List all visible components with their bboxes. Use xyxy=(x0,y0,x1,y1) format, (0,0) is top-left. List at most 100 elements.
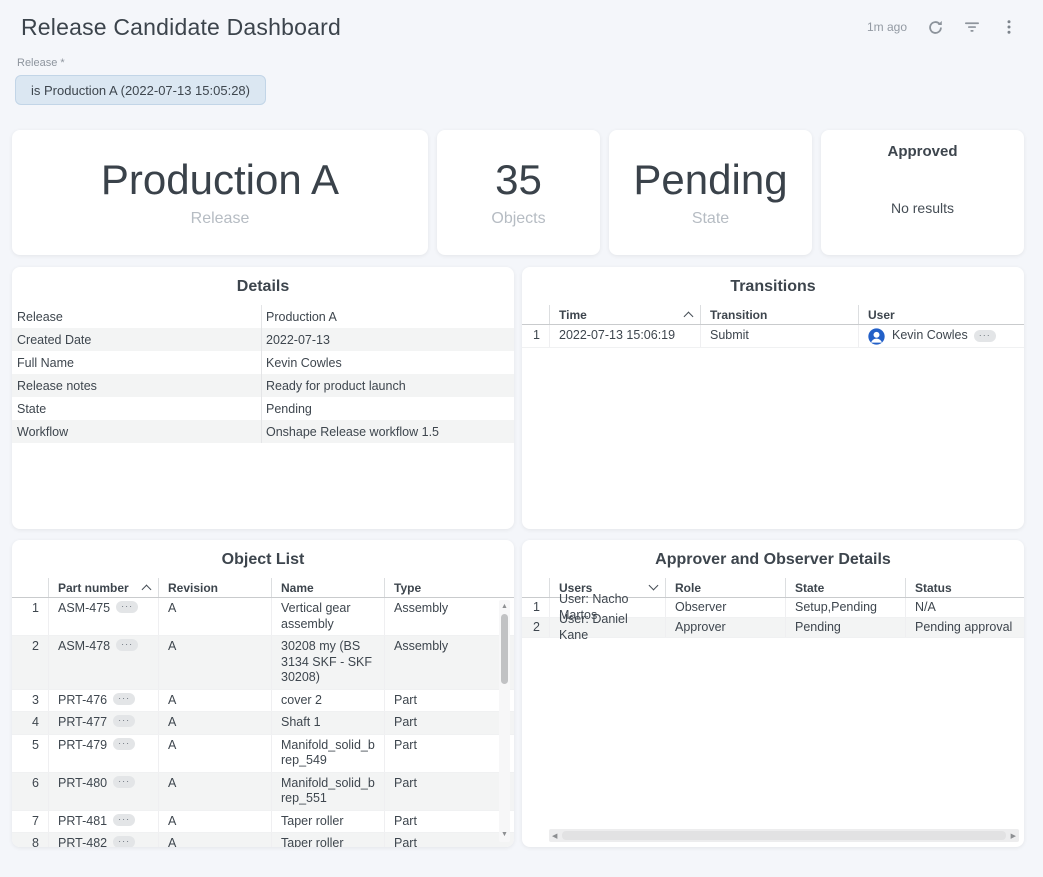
cell-time: 2022-07-13 15:06:19 xyxy=(549,325,700,347)
detail-key: Release xyxy=(12,305,261,328)
scroll-left-arrow-icon[interactable]: ◀ xyxy=(552,829,557,842)
cell-name: Manifold_solid_brep_549 xyxy=(271,735,384,772)
scroll-up-arrow-icon[interactable]: ▲ xyxy=(499,602,510,612)
table-row[interactable]: 1ASM-475···AVertical gear assemblyAssemb… xyxy=(12,598,514,636)
more-options-badge[interactable]: ··· xyxy=(113,693,135,705)
table-row[interactable]: 7PRT-481···ATaper rollerPart xyxy=(12,811,514,834)
cell-revision: A xyxy=(158,712,271,734)
column-header-user[interactable]: User xyxy=(858,305,1024,324)
detail-key: Created Date xyxy=(12,328,261,351)
filter-section: Release * is Production A (2022-07-13 15… xyxy=(15,57,1024,105)
table-body: 1ASM-475···AVertical gear assemblyAssemb… xyxy=(12,598,514,847)
cell-text: Taper roller xyxy=(281,814,344,830)
cell-text: Part xyxy=(394,715,417,731)
more-options-badge[interactable]: ··· xyxy=(116,639,138,651)
row-number: 3 xyxy=(12,690,48,712)
cell-revision: A xyxy=(158,598,271,635)
table-row[interactable]: 3PRT-476···Acover 2Part xyxy=(12,690,514,713)
cell-type: Part xyxy=(384,712,514,734)
column-header-time[interactable]: Time xyxy=(549,305,700,324)
row-number-header xyxy=(12,578,48,597)
more-options-badge[interactable]: ··· xyxy=(113,836,135,847)
panel-grid: Details ReleaseProduction ACreated Date2… xyxy=(12,267,1024,847)
table-row[interactable]: 4PRT-477···AShaft 1Part xyxy=(12,712,514,735)
scroll-down-arrow-icon[interactable]: ▼ xyxy=(499,830,510,840)
cell-type: Assembly xyxy=(384,598,514,635)
cell-type: Part xyxy=(384,833,514,847)
kebab-menu-icon xyxy=(1001,19,1017,35)
cell-text: Part xyxy=(394,814,417,830)
object-list-panel-title: Object List xyxy=(12,540,514,578)
approved-card-title: Approved xyxy=(887,143,957,160)
cell-status: Pending approval xyxy=(905,618,1024,637)
cell-text: Setup,Pending xyxy=(795,600,877,616)
column-header-label: Role xyxy=(675,581,701,595)
kebab-menu-button[interactable] xyxy=(1000,18,1018,36)
cell-text: N/A xyxy=(915,600,936,616)
row-number: 2 xyxy=(12,636,48,689)
filter-button[interactable] xyxy=(963,18,981,36)
filter-icon xyxy=(964,19,980,35)
release-filter-chip[interactable]: is Production A (2022-07-13 15:05:28) xyxy=(15,75,266,105)
column-header-role[interactable]: Role xyxy=(665,578,785,597)
cell-text: PRT-481 xyxy=(58,814,107,830)
details-table: ReleaseProduction ACreated Date2022-07-1… xyxy=(12,305,514,443)
more-options-badge[interactable]: ··· xyxy=(113,776,135,788)
cell-text: Part xyxy=(394,738,417,754)
more-options-badge[interactable]: ··· xyxy=(974,330,996,342)
vertical-scrollbar-thumb[interactable] xyxy=(501,614,508,684)
cell-revision: A xyxy=(158,690,271,712)
cell-text: Vertical gear assembly xyxy=(281,601,376,632)
more-options-badge[interactable]: ··· xyxy=(116,601,138,613)
column-header-name[interactable]: Name xyxy=(271,578,384,597)
table-row[interactable]: 2ASM-478···A30208 my (BS 3134 SKF - SKF … xyxy=(12,636,514,690)
table-row[interactable]: 8PRT-482···ATaper rollerPart xyxy=(12,833,514,847)
cell-type: Assembly xyxy=(384,636,514,689)
objects-card-value: 35 xyxy=(495,157,542,203)
cell-text: PRT-477 xyxy=(58,715,107,731)
table-row[interactable]: 5PRT-479···AManifold_solid_brep_549Part xyxy=(12,735,514,773)
refresh-button[interactable] xyxy=(926,18,944,36)
state-card: Pending State xyxy=(609,130,812,255)
row-number: 7 xyxy=(12,811,48,833)
cell-transition: Submit xyxy=(700,325,858,347)
detail-key: State xyxy=(12,397,261,420)
more-options-badge[interactable]: ··· xyxy=(113,715,135,727)
cell-text: Approver xyxy=(675,620,726,636)
column-header-type[interactable]: Type xyxy=(384,578,514,597)
details-panel-title: Details xyxy=(12,267,514,305)
cell-type: Part xyxy=(384,690,514,712)
column-header-transition[interactable]: Transition xyxy=(700,305,858,324)
column-header-part-number[interactable]: Part number xyxy=(48,578,158,597)
horizontal-scrollbar-thumb[interactable] xyxy=(562,831,1006,840)
cell-role: Observer xyxy=(665,598,785,617)
release-card: Production A Release xyxy=(12,130,428,255)
detail-row: WorkflowOnshape Release workflow 1.5 xyxy=(12,420,514,443)
row-number: 5 xyxy=(12,735,48,772)
table-row[interactable]: 6PRT-480···AManifold_solid_brep_551Part xyxy=(12,773,514,811)
cell-text: A xyxy=(168,639,176,655)
column-header-state[interactable]: State xyxy=(785,578,905,597)
cell-text: ASM-475 xyxy=(58,601,110,617)
column-header-status[interactable]: Status xyxy=(905,578,1024,597)
scroll-right-arrow-icon[interactable]: ▶ xyxy=(1011,829,1016,842)
approved-card-empty-state: No results xyxy=(891,160,954,255)
cell-text: 2022-07-13 15:06:19 xyxy=(559,328,675,344)
column-header-label: State xyxy=(795,581,824,595)
row-number: 1 xyxy=(522,325,549,347)
detail-row: StatePending xyxy=(12,397,514,420)
page-title: Release Candidate Dashboard xyxy=(21,14,341,41)
header-actions: 1m ago xyxy=(867,18,1018,36)
transitions-panel: Transitions TimeTransitionUser12022-07-1… xyxy=(522,267,1024,529)
more-options-badge[interactable]: ··· xyxy=(113,738,135,750)
table-row[interactable]: 2User: Daniel KaneApproverPendingPending… xyxy=(522,618,1024,638)
table-row[interactable]: 12022-07-13 15:06:19SubmitKevin Cowles··… xyxy=(522,325,1024,348)
more-options-badge[interactable]: ··· xyxy=(113,814,135,826)
column-header-label: Revision xyxy=(168,581,218,595)
cell-users: User: Daniel Kane xyxy=(549,618,665,637)
column-header-revision[interactable]: Revision xyxy=(158,578,271,597)
cell-text: A xyxy=(168,836,176,847)
state-card-value: Pending xyxy=(633,157,787,203)
cell-text: Shaft 1 xyxy=(281,715,321,731)
detail-row: ReleaseProduction A xyxy=(12,305,514,328)
